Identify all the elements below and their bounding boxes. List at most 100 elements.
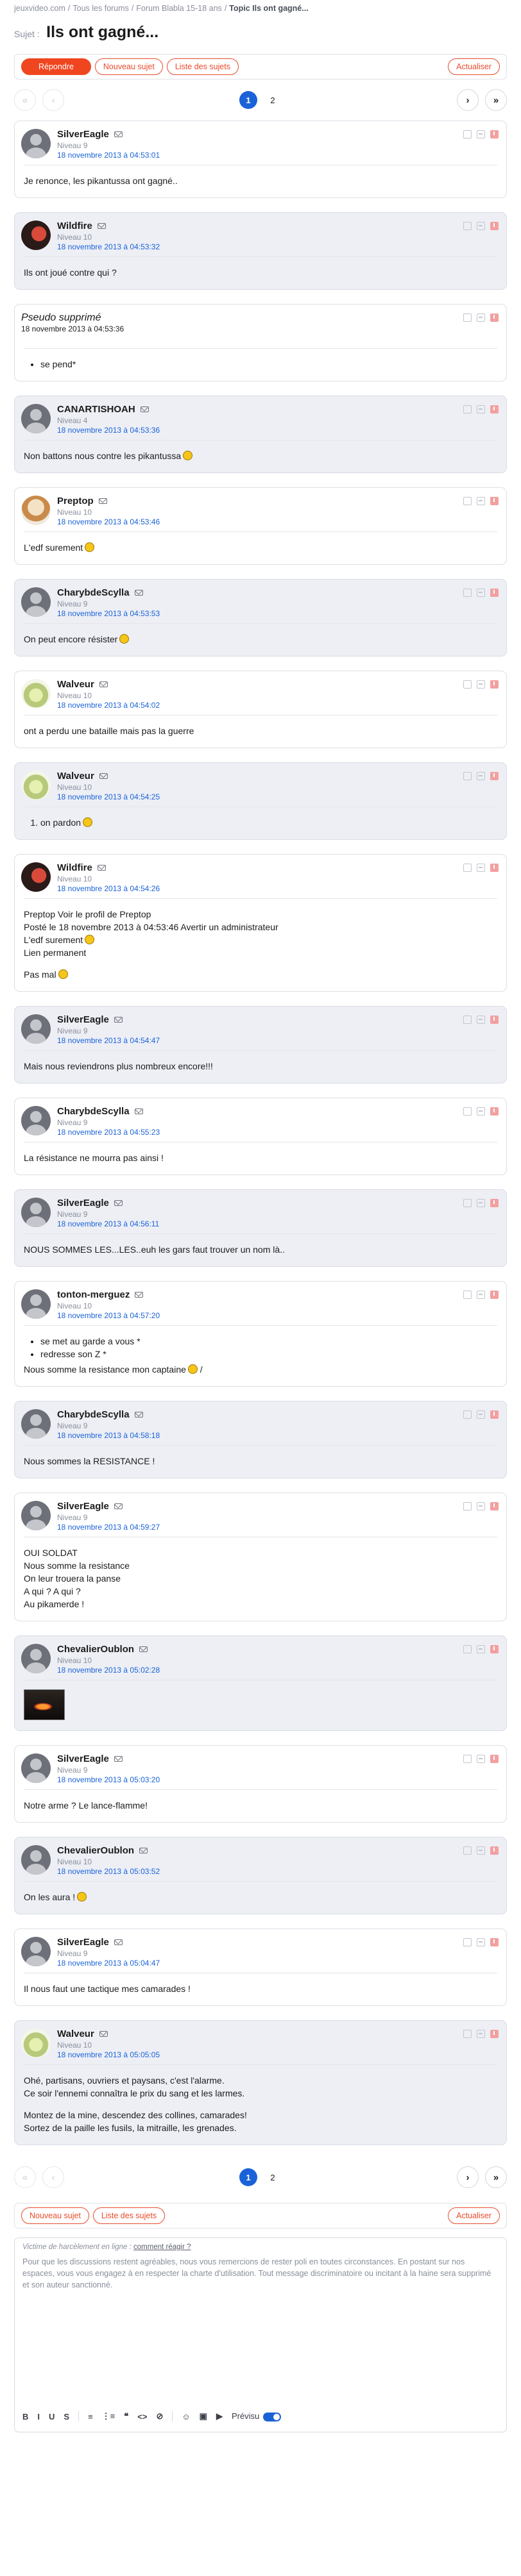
quote-icon[interactable] [463,130,472,138]
toggle-icon[interactable] [263,2412,282,2421]
permalink-icon[interactable] [477,130,485,138]
mail-icon[interactable] [135,1292,144,1298]
post-date[interactable]: 18 novembre 2013 à 04:59:27 [57,1523,497,1532]
quote-icon[interactable] [463,1199,472,1207]
new-topic-button[interactable]: Nouveau sujet [21,2207,89,2224]
avatar[interactable] [21,129,51,158]
new-topic-button[interactable]: Nouveau sujet [94,58,163,75]
report-icon[interactable] [490,772,499,780]
avatar[interactable] [21,2028,51,2058]
report-icon[interactable] [490,497,499,505]
post-author[interactable]: ChevalierOublon [57,1845,134,1856]
prev-page-icon[interactable]: ‹ [42,89,64,111]
format-tool-icon[interactable]: ⊘ [156,2411,163,2421]
mail-icon[interactable] [134,1108,143,1114]
quote-icon[interactable] [463,772,472,780]
permalink-icon[interactable] [477,864,485,872]
topic-list-button[interactable]: Liste des sujets [92,2207,166,2224]
permalink-icon[interactable] [477,1107,485,1116]
post-date[interactable]: 18 novembre 2013 à 04:53:53 [57,609,497,618]
avatar[interactable] [21,1501,51,1530]
quote-icon[interactable] [463,405,472,414]
post-date[interactable]: 18 novembre 2013 à 04:55:23 [57,1128,497,1137]
avatar[interactable] [21,771,51,800]
permalink-icon[interactable] [477,1755,485,1763]
permalink-icon[interactable] [477,1016,485,1024]
report-icon[interactable] [490,222,499,230]
mail-icon[interactable] [139,1848,148,1853]
post-author[interactable]: Walveur [57,2028,94,2039]
quote-icon[interactable] [463,497,472,505]
quote-icon[interactable] [463,589,472,597]
next-page-icon[interactable]: › [457,89,479,111]
mail-icon[interactable] [114,1200,123,1206]
last-page-icon[interactable]: » [485,2166,507,2188]
format-tool-icon[interactable]: B [22,2412,28,2421]
refresh-button[interactable]: Actualiser [448,58,500,75]
permalink-icon[interactable] [477,772,485,780]
quote-icon[interactable] [463,1938,472,1946]
format-tool-icon[interactable]: <> [137,2412,147,2421]
report-icon[interactable] [490,589,499,597]
post-author[interactable]: tonton-merguez [57,1289,130,1300]
permalink-icon[interactable] [477,222,485,230]
post-date[interactable]: 18 novembre 2013 à 04:53:36 [57,426,497,435]
post-date[interactable]: 18 novembre 2013 à 04:54:47 [57,1036,497,1045]
post-author[interactable]: SilverEagle [57,1014,109,1025]
avatar[interactable] [21,587,51,617]
report-icon[interactable] [490,130,499,138]
mail-icon[interactable] [134,590,143,596]
image-thumbnail[interactable] [24,1689,65,1720]
mail-icon[interactable] [114,131,123,137]
avatar[interactable] [21,679,51,708]
reply-button[interactable]: Répondre [21,58,91,75]
avatar[interactable] [21,1198,51,1227]
mail-icon[interactable] [98,498,107,504]
report-icon[interactable] [490,1755,499,1763]
post-author[interactable]: SilverEagle [57,1501,109,1512]
quote-icon[interactable] [463,1755,472,1763]
format-tool-icon[interactable]: ≡ [88,2412,93,2421]
post-date[interactable]: 18 novembre 2013 à 05:05:05 [57,2050,497,2059]
report-icon[interactable] [490,1938,499,1946]
mail-icon[interactable] [97,223,106,229]
prev-page-icon[interactable]: ‹ [42,2166,64,2188]
format-tool-icon[interactable]: ❝ [124,2411,128,2421]
permalink-icon[interactable] [477,1410,485,1419]
avatar[interactable] [21,862,51,892]
avatar[interactable] [21,221,51,250]
last-page-icon[interactable]: » [485,89,507,111]
quote-icon[interactable] [463,680,472,689]
permalink-icon[interactable] [477,1846,485,1855]
post-author[interactable]: CANARTISHOAH [57,404,135,415]
mail-icon[interactable] [114,1756,123,1762]
quote-icon[interactable] [463,1846,472,1855]
post-author[interactable]: SilverEagle [57,1937,109,1948]
quote-icon[interactable] [463,1502,472,1510]
quote-icon[interactable] [463,1410,472,1419]
mail-icon[interactable] [140,406,149,412]
quote-icon[interactable] [463,864,472,872]
mail-icon[interactable] [139,1646,148,1652]
post-author[interactable]: Preptop [57,496,94,506]
report-icon[interactable] [490,1291,499,1299]
permalink-icon[interactable] [477,1199,485,1207]
post-date[interactable]: 18 novembre 2013 à 04:53:32 [57,242,497,251]
mail-icon[interactable] [97,865,106,871]
permalink-icon[interactable] [477,497,485,505]
post-date[interactable]: 18 novembre 2013 à 04:53:46 [57,517,497,526]
breadcrumb-link[interactable]: Forum Blabla 15-18 ans [136,4,221,13]
mail-icon[interactable] [134,1412,143,1418]
format-tool-icon[interactable]: ▣ [200,2411,207,2421]
format-tool-icon[interactable]: ▶ [216,2411,223,2421]
permalink-icon[interactable] [477,405,485,414]
quote-icon[interactable] [463,1291,472,1299]
post-author[interactable]: SilverEagle [57,1198,109,1209]
quote-icon[interactable] [463,1645,472,1653]
post-date[interactable]: 18 novembre 2013 à 04:54:26 [57,884,497,893]
post-author[interactable]: Walveur [57,679,94,690]
post-date[interactable]: 18 novembre 2013 à 04:57:20 [57,1311,497,1320]
quote-icon[interactable] [463,2030,472,2038]
post-author[interactable]: SilverEagle [57,129,109,140]
permalink-icon[interactable] [477,680,485,689]
